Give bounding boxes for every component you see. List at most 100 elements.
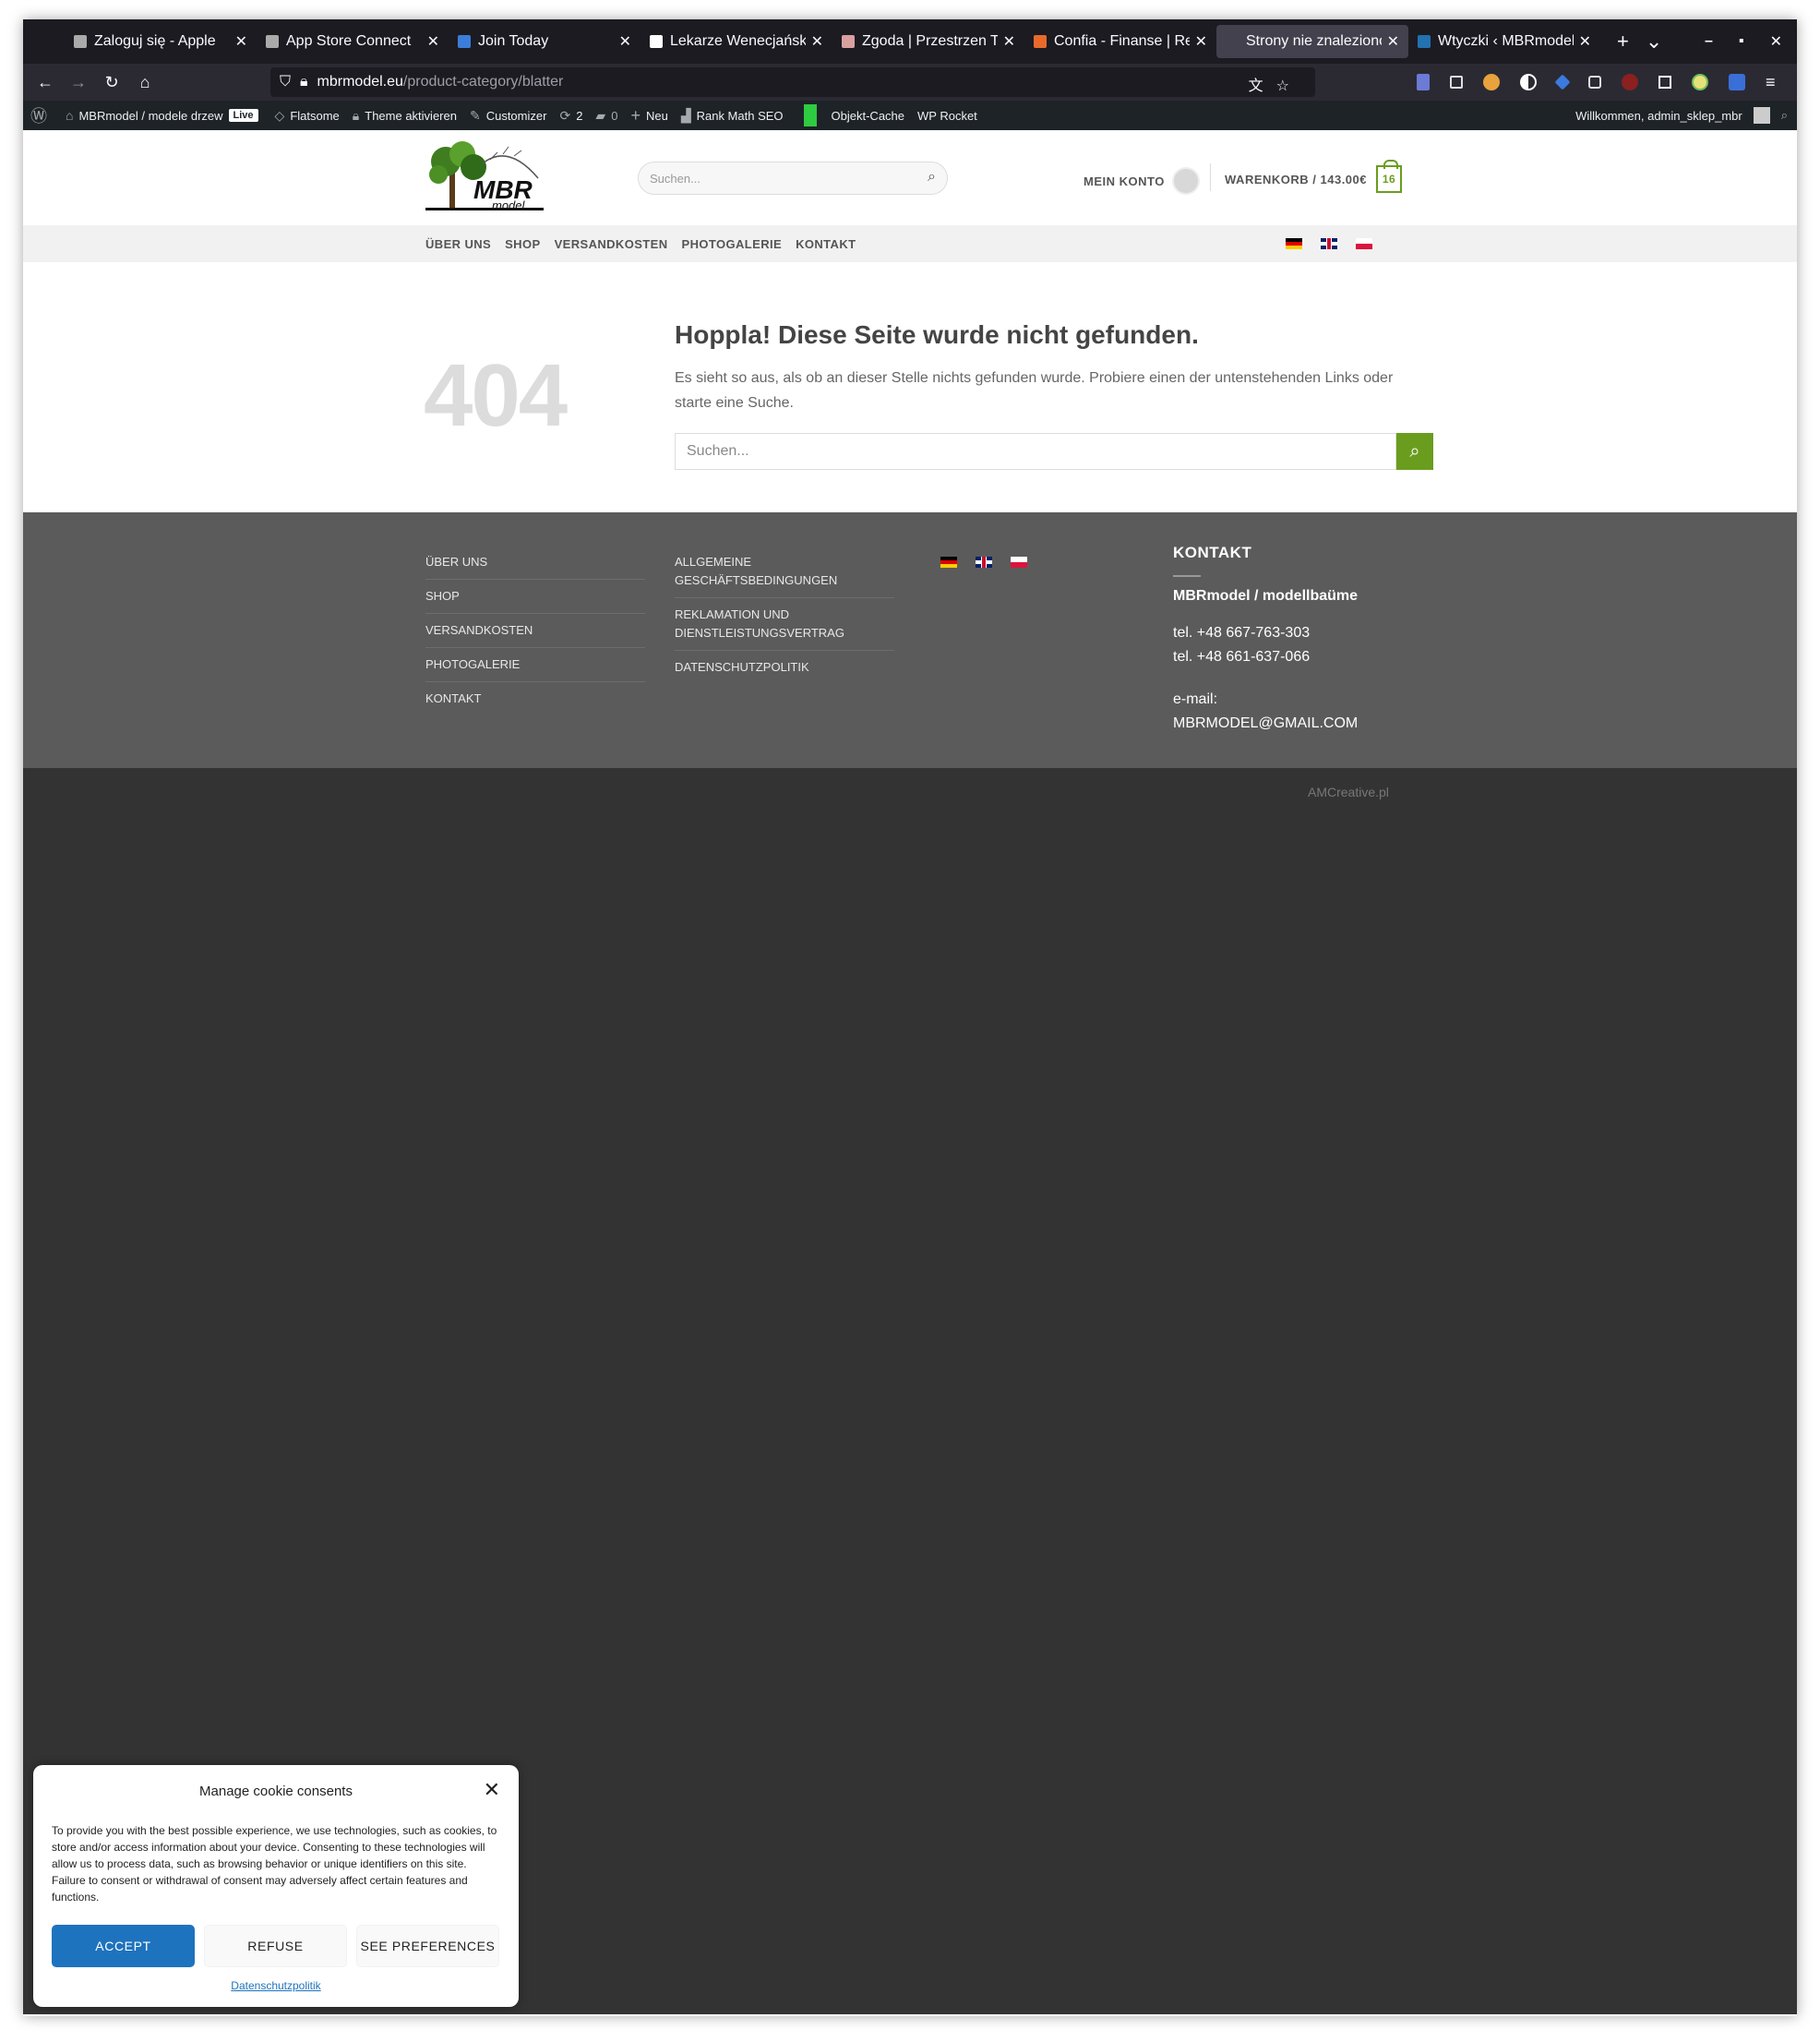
cart-link[interactable]: WARENKORB / 143.00€ 16 xyxy=(1225,160,1402,193)
tab-close-icon[interactable]: ✕ xyxy=(235,32,247,51)
shield-icon[interactable]: ⛉ xyxy=(280,74,291,90)
site-logo[interactable]: MBR model xyxy=(425,141,544,217)
forward-icon[interactable]: → xyxy=(62,73,95,92)
admin-updates-count: 2 xyxy=(576,108,583,123)
browser-tab[interactable]: Join Today ✕ xyxy=(449,25,641,58)
browser-tab[interactable]: Wtyczki ‹ MBRmodel / mod ✕ xyxy=(1408,25,1600,58)
brush-icon: ✎ xyxy=(469,107,481,123)
extension-red-icon[interactable] xyxy=(1622,74,1638,90)
nav-item[interactable]: PHOTOGALERIE xyxy=(682,237,783,251)
footer-link[interactable]: DATENSCHUTZPOLITIK xyxy=(675,651,894,684)
extension-brush-icon[interactable] xyxy=(1483,74,1500,90)
admin-comments-link[interactable]: ▰ 0 xyxy=(595,108,617,124)
footer-link[interactable]: ALLGEMEINE GESCHÄFTSBEDINGUNGEN xyxy=(675,546,894,598)
tab-list-chevron-icon[interactable]: ⌄ xyxy=(1646,30,1662,54)
nav-item[interactable]: SHOP xyxy=(505,237,540,251)
admin-theme-activate-link[interactable]: 🔒︎ Theme aktivieren xyxy=(353,108,457,124)
cookie-title: Manage cookie consents xyxy=(199,1784,353,1799)
error-search-input[interactable]: Suchen... xyxy=(675,433,1396,470)
privacy-policy-link[interactable]: Datenschutzpolitik xyxy=(33,1979,519,1992)
close-icon[interactable]: ✕ xyxy=(484,1778,500,1802)
extension-diamond-icon[interactable] xyxy=(1554,74,1571,90)
admin-welcome[interactable]: Willkommen, admin_sklep_mbr xyxy=(1575,109,1742,123)
admin-wp-rocket-link[interactable]: WP Rocket xyxy=(917,109,977,123)
nav-item[interactable]: VERSANDKOSTEN xyxy=(555,237,668,251)
footer-link[interactable]: ÜBER UNS xyxy=(425,546,645,580)
error-section: 404 Hoppla! Diese Seite wurde nicht gefu… xyxy=(23,262,1797,512)
nav-item[interactable]: KONTAKT xyxy=(796,237,856,251)
flag-en-icon[interactable] xyxy=(976,557,992,568)
admin-object-cache-link[interactable]: Objekt-Cache xyxy=(832,109,904,123)
tab-close-icon[interactable]: ✕ xyxy=(619,32,631,51)
tab-close-icon[interactable]: ✕ xyxy=(1387,32,1399,51)
account-link[interactable]: MEIN KONTO xyxy=(1084,167,1200,195)
flag-en-icon[interactable] xyxy=(1321,238,1337,249)
admin-site-link[interactable]: ⌂ MBRmodel / modele drzew Live xyxy=(66,108,262,123)
preferences-button[interactable]: SEE PREFERENCES xyxy=(356,1925,499,1967)
footer-language-switcher xyxy=(940,557,1027,568)
flag-pl-icon[interactable] xyxy=(1356,238,1372,249)
admin-customizer-link[interactable]: ✎ Customizer xyxy=(470,108,546,124)
translate-bookmark-icons[interactable]: 文☆ xyxy=(1249,73,1302,95)
footer-link[interactable]: PHOTOGALERIE xyxy=(425,648,645,682)
lock-icon[interactable]: 🔒︎ xyxy=(300,74,308,90)
new-tab-icon[interactable]: + xyxy=(1617,30,1629,54)
flag-de-icon[interactable] xyxy=(940,557,957,568)
header-search-input[interactable]: Suchen... ⌕ xyxy=(638,162,948,195)
tab-favicon-icon xyxy=(458,35,471,48)
extension-pen-icon[interactable] xyxy=(1417,74,1430,90)
footer-link[interactable]: SHOP xyxy=(425,580,645,614)
extension-clip-icon[interactable] xyxy=(1588,76,1601,89)
reload-icon[interactable]: ↻ xyxy=(95,73,128,92)
url-path: /product-category/blatter xyxy=(402,74,564,90)
tab-close-icon[interactable]: ✕ xyxy=(427,32,439,51)
tab-favicon-icon xyxy=(266,35,279,48)
admin-avatar[interactable] xyxy=(1753,107,1770,124)
back-icon[interactable]: ← xyxy=(29,73,62,92)
browser-tab[interactable]: Zgoda | Przestrzen Tera ✕ xyxy=(832,25,1024,58)
accept-button[interactable]: ACCEPT xyxy=(52,1925,195,1967)
wordpress-logo-icon[interactable]: Ⓦ xyxy=(30,103,53,127)
extension-green-icon[interactable] xyxy=(1692,74,1708,90)
footer-link[interactable]: VERSANDKOSTEN xyxy=(425,614,645,648)
extension-crop-icon[interactable] xyxy=(1658,76,1671,89)
admin-new-link[interactable]: + Neu xyxy=(630,106,667,126)
footer-link[interactable]: REKLAMATION UND DIENSTLEISTUNGSVERTRAG xyxy=(675,598,894,651)
refuse-button[interactable]: REFUSE xyxy=(204,1925,347,1967)
browser-tab[interactable]: Lekarze Wenecjańska P ✕ xyxy=(641,25,832,58)
admin-comments-count: 0 xyxy=(611,108,618,123)
error-search-button[interactable]: ⌕ xyxy=(1396,433,1433,470)
flag-pl-icon[interactable] xyxy=(1011,557,1027,568)
maximize-icon[interactable]: ▪ xyxy=(1739,33,1744,50)
minimize-icon[interactable]: – xyxy=(1705,33,1713,50)
email-link[interactable]: MBRMODEL@GMAIL.COM xyxy=(1173,712,1413,736)
tab-close-icon[interactable]: ✕ xyxy=(811,32,823,51)
admin-updates-link[interactable]: ⟳ 2 xyxy=(559,108,582,124)
cookie-message: To provide you with the best possible ex… xyxy=(52,1824,497,1904)
address-bar[interactable]: ⛉ 🔒︎ mbrmodel.eu/product-category/blatte… xyxy=(270,67,1315,97)
close-window-icon[interactable]: ✕ xyxy=(1770,32,1782,51)
extension-puzzle-icon[interactable] xyxy=(1729,74,1745,90)
tab-close-icon[interactable]: ✕ xyxy=(1003,32,1015,51)
browser-tab[interactable]: Confia - Finanse | Restr ✕ xyxy=(1024,25,1216,58)
error-code: 404 xyxy=(424,346,568,445)
footer-link[interactable]: KONTAKT xyxy=(425,682,645,715)
nav-item[interactable]: ÜBER UNS xyxy=(425,237,491,251)
downloads-icon[interactable] xyxy=(1450,76,1463,89)
browser-tab[interactable]: App Store Connect ✕ xyxy=(257,25,449,58)
tab-close-icon[interactable]: ✕ xyxy=(1579,32,1591,51)
browser-tab[interactable]: Strony nie znaleziono - MB ✕ xyxy=(1216,25,1408,58)
admin-flatsome-link[interactable]: ◇ Flatsome xyxy=(275,108,340,124)
admin-search-icon[interactable]: ⌕ xyxy=(1781,108,1788,123)
home-icon[interactable]: ⌂ xyxy=(128,73,162,92)
menu-icon[interactable]: ≡ xyxy=(1766,74,1782,90)
search-icon[interactable]: ⌕ xyxy=(928,169,936,186)
extension-contrast-icon[interactable] xyxy=(1520,74,1537,90)
browser-tab[interactable]: Zaloguj się - Apple ✕ xyxy=(65,25,257,58)
flag-de-icon[interactable] xyxy=(1286,238,1302,249)
language-switcher xyxy=(1286,238,1372,249)
tab-close-icon[interactable]: ✕ xyxy=(1195,32,1207,51)
footer-credit[interactable]: AMCreative.pl xyxy=(1308,785,1389,799)
admin-rankmath-link[interactable]: ▟ Rank Math SEO xyxy=(681,108,784,124)
tab-favicon-icon xyxy=(1034,35,1047,48)
